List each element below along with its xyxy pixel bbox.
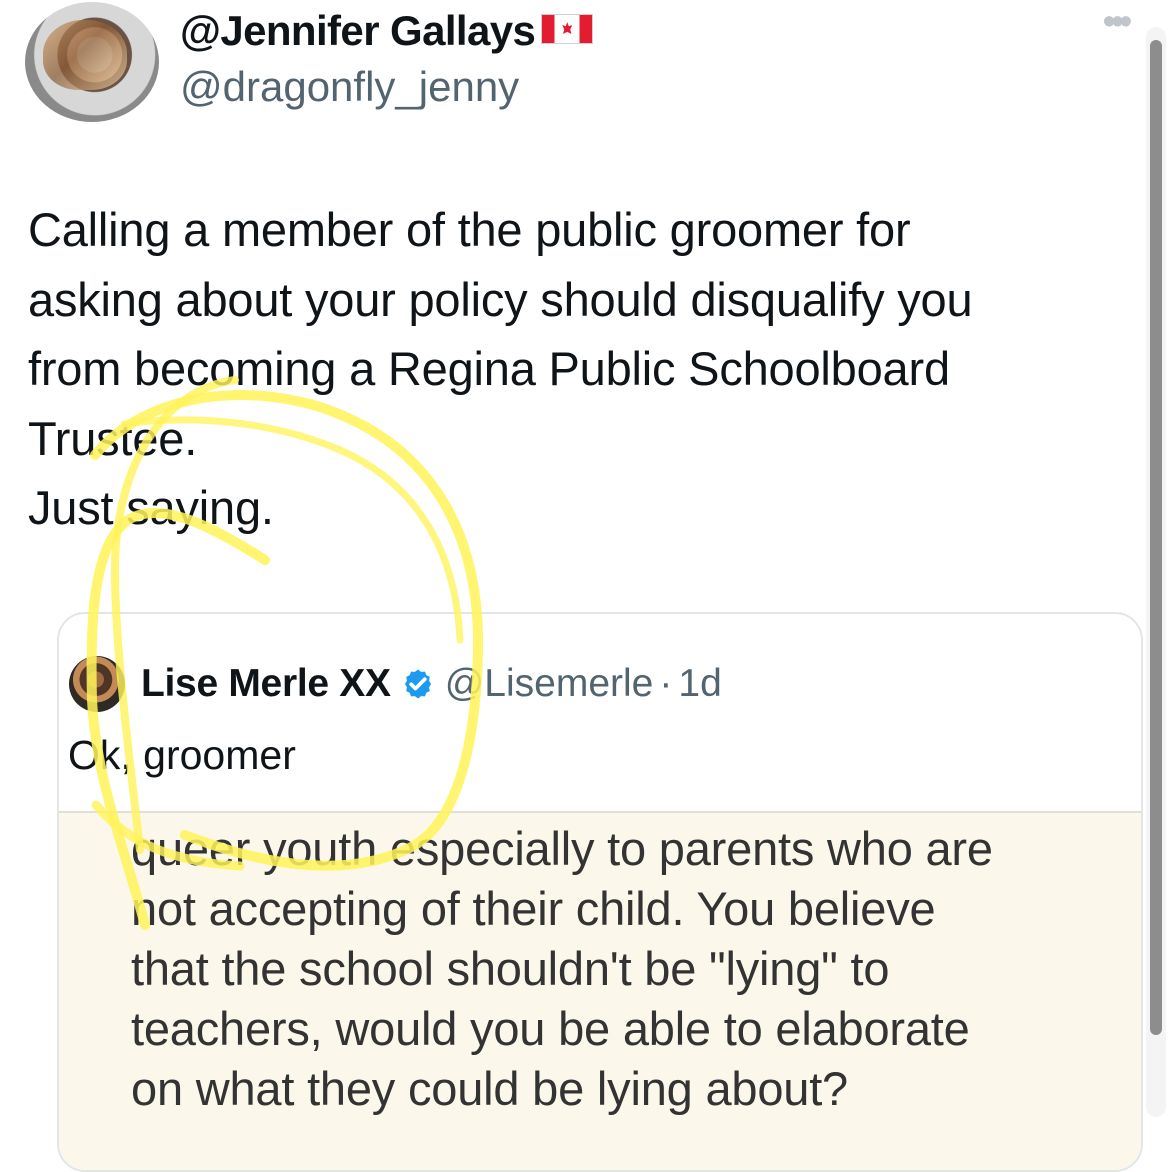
quoted-author-name[interactable]: Lise Merle XX — [141, 662, 391, 706]
verified-badge-icon — [404, 669, 431, 699]
author-handle[interactable]: @dragonfly_jenny — [180, 63, 519, 111]
quoted-post-time[interactable]: 1d — [678, 662, 721, 706]
scrollbar-thumb[interactable] — [1150, 40, 1162, 1035]
author-avatar[interactable] — [25, 2, 159, 122]
post-text: Calling a member of the public groomer f… — [28, 203, 973, 534]
author-name-text: @Jennifer Gallays — [180, 7, 536, 54]
author-avatar-image — [43, 20, 127, 90]
screenshot-text: queer youth especially to parents who ar… — [131, 822, 993, 1115]
author-display-name[interactable]: @Jennifer Gallays — [180, 7, 594, 55]
more-horizontal-icon: ••• — [1102, 1, 1133, 43]
canada-flag-icon — [541, 14, 594, 44]
quoted-author-avatar[interactable] — [69, 656, 125, 712]
more-options-button[interactable]: ••• — [1090, 3, 1140, 46]
quoted-author-handle[interactable]: @Lisemerle — [445, 662, 654, 706]
metadata-separator: · — [659, 662, 673, 705]
quoted-post-text: Ok, groomer — [68, 732, 296, 778]
quoted-post-header: Lise Merle XX @Lisemerle · 1d — [69, 656, 722, 712]
quoted-screenshot-image[interactable]: queer youth especially to parents who ar… — [59, 811, 1141, 1170]
quoted-post-card[interactable]: Lise Merle XX @Lisemerle · 1d Ok, groome… — [57, 612, 1143, 1172]
